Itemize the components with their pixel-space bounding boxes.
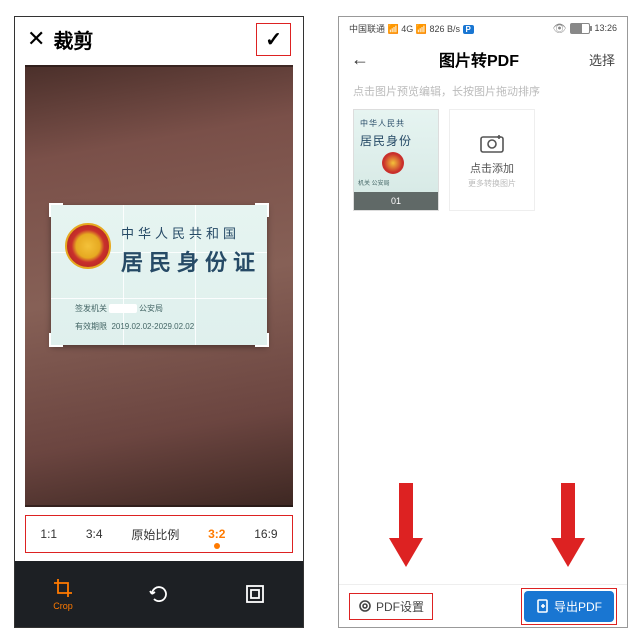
close-icon[interactable]: ✕ (27, 26, 45, 52)
card-type: 居民身份证 (121, 245, 261, 277)
pdf-settings-button[interactable]: PDF设置 (349, 593, 433, 620)
battery-icon (570, 23, 590, 34)
crop-tool[interactable]: Crop (52, 577, 74, 611)
status-left: 中国联通 📶 4G 📶 826 B/s P (349, 22, 474, 35)
crop-title: 裁剪 (53, 25, 256, 54)
pdf-footer: PDF设置 导出PDF (339, 584, 627, 627)
crop-handle-bl[interactable] (49, 333, 63, 347)
back-icon[interactable]: ← (351, 49, 369, 70)
eye-icon: 👁 (553, 22, 567, 35)
page-title: 图片转PDF (439, 47, 519, 71)
image-thumb-1[interactable]: 中华人民共 居民身份 机关 公安局 01 (353, 109, 439, 211)
ratio-original[interactable]: 原始比例 (131, 526, 179, 543)
crop-screen: ✕ 裁剪 ✓ 中华人民共和国 居民身份证 签发机关公安局 有效期限 2019.0… (14, 16, 304, 628)
gear-icon (358, 599, 372, 613)
frame-icon (244, 583, 266, 605)
ratio-1-1[interactable]: 1:1 (40, 527, 57, 541)
confirm-highlight: ✓ (256, 23, 291, 56)
frame-tool[interactable] (244, 583, 266, 605)
rotate-icon (148, 583, 170, 605)
card-validity: 有效期限 2019.02.02-2029.02.02 (75, 321, 194, 332)
card-country: 中华人民共和国 (121, 223, 240, 242)
export-highlight: 导出PDF (521, 588, 617, 625)
status-right: 👁 13:26 (553, 22, 618, 35)
id-card: 中华人民共和国 居民身份证 签发机关公安局 有效期限 2019.02.02-20… (51, 205, 267, 345)
emblem-icon (382, 152, 404, 174)
file-export-icon (536, 599, 550, 613)
crop-handle-tr[interactable] (255, 203, 269, 217)
select-button[interactable]: 选择 (589, 50, 615, 69)
status-bar: 中国联通 📶 4G 📶 826 B/s P 👁 13:26 (339, 17, 627, 39)
annotation-arrow-right (547, 483, 589, 573)
export-pdf-button[interactable]: 导出PDF (524, 591, 614, 622)
image-grid: 中华人民共 居民身份 机关 公安局 01 点击添加 更多转换图片 (339, 109, 627, 211)
crop-header: ✕ 裁剪 ✓ (15, 17, 303, 61)
card-issuer: 签发机关公安局 (75, 303, 163, 314)
add-image-button[interactable]: 点击添加 更多转换图片 (449, 109, 535, 211)
ratio-bar: 1:1 3:4 原始比例 3:2 16:9 (25, 515, 293, 553)
thumb-index: 01 (354, 192, 438, 210)
national-emblem-icon (65, 223, 111, 269)
add-title: 点击添加 (470, 160, 514, 176)
ratio-16-9[interactable]: 16:9 (254, 527, 277, 541)
crop-handle-br[interactable] (255, 333, 269, 347)
pdf-header: ← 图片转PDF 选择 (339, 39, 627, 79)
add-sub: 更多转换图片 (468, 178, 516, 189)
hint-text: 点击图片预览编辑，长按图片拖动排序 (339, 79, 627, 109)
check-icon[interactable]: ✓ (265, 29, 282, 51)
pdf-screen: 中国联通 📶 4G 📶 826 B/s P 👁 13:26 ← 图片转PDF 选… (338, 16, 628, 628)
crop-label: Crop (53, 601, 73, 611)
annotation-arrow-left (385, 483, 427, 573)
rotate-tool[interactable] (148, 583, 170, 605)
crop-handle-tl[interactable] (49, 203, 63, 217)
bottom-toolbar: Crop (15, 561, 303, 627)
crop-canvas[interactable]: 中华人民共和国 居民身份证 签发机关公安局 有效期限 2019.02.02-20… (25, 65, 293, 507)
camera-plus-icon (479, 132, 505, 154)
crop-icon (52, 577, 74, 599)
ratio-3-4[interactable]: 3:4 (86, 527, 103, 541)
clock: 13:26 (594, 23, 617, 33)
ratio-3-2[interactable]: 3:2 (208, 527, 225, 541)
